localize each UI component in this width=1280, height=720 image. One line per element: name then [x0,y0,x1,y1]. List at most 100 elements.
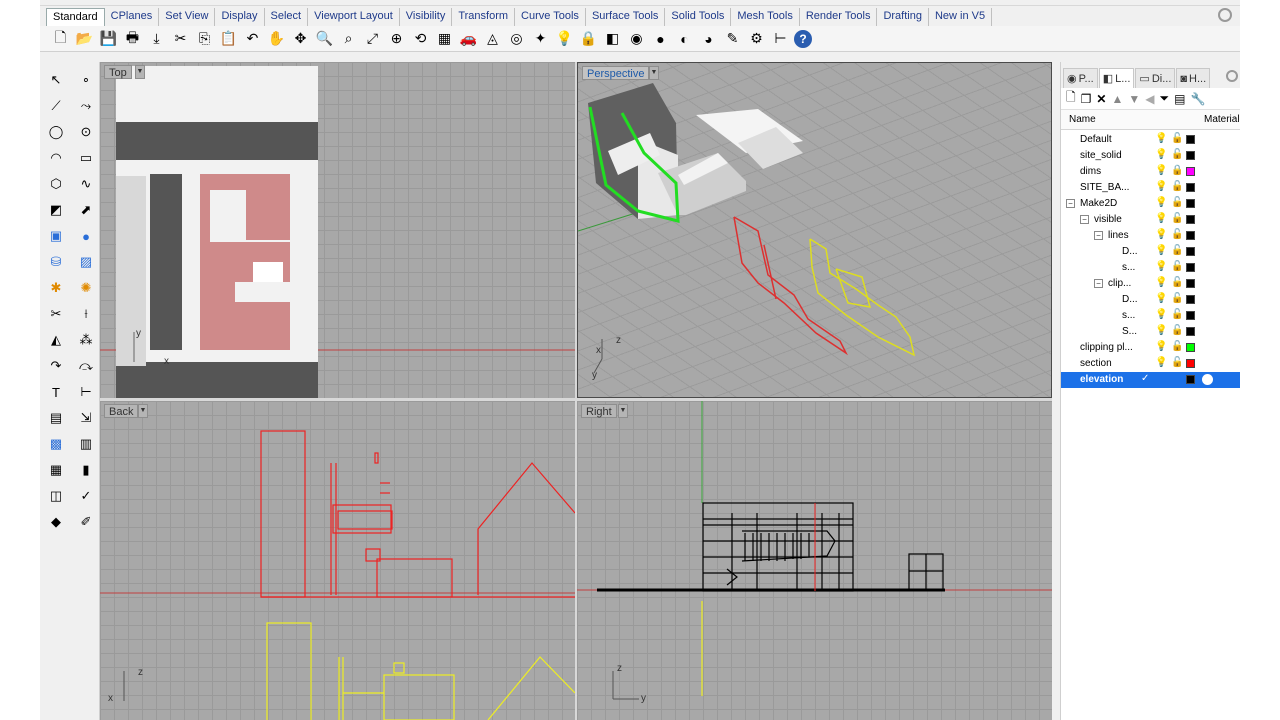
tab-mesh-tools[interactable]: Mesh Tools [731,8,800,26]
tab-transform[interactable]: Transform [452,8,516,26]
cylinder-icon[interactable]: ⛁ [44,250,68,274]
check-icon[interactable]: ✓ [74,484,98,508]
color-wheel-icon[interactable]: ◉ [626,28,647,49]
expander-icon[interactable]: − [1066,199,1075,208]
circle-icon[interactable]: ◯ [44,120,68,144]
mesh-icon[interactable]: ▨ [74,250,98,274]
lock-icon[interactable]: 🔓 [1171,261,1183,272]
viewport-right-dropdown-icon[interactable]: ▼ [618,404,628,418]
array-icon[interactable]: ▤ [44,406,68,430]
visibility-bulb-icon[interactable]: 💡 [1155,341,1167,352]
new-sublayer-icon[interactable]: ❐ [1081,92,1092,106]
point-icon[interactable]: ✦ [530,28,551,49]
pan-hand-icon[interactable]: ✋ [266,28,287,49]
cplane-icon[interactable]: ◎ [506,28,527,49]
lock-icon[interactable]: 🔓 [1171,197,1183,208]
panel-tab-layers[interactable]: ◧ L... [1098,68,1135,88]
text-icon[interactable]: T [44,380,68,404]
lock-icon[interactable]: 🔓 [1171,293,1183,304]
zoom-selected-icon[interactable]: ⊕ [386,28,407,49]
visibility-bulb-icon[interactable]: 💡 [1155,229,1167,240]
material-sphere-icon[interactable]: ◐ [674,28,695,49]
freeform-icon[interactable]: ∿ [74,172,98,196]
zoom-extents-icon[interactable]: ⤢ [362,28,383,49]
lock-icon[interactable]: 🔒 [578,28,599,49]
layer-row[interactable]: section 💡 🔓 [1061,356,1240,372]
layer-color-swatch[interactable] [1186,183,1195,192]
layer-row[interactable]: − lines 💡 🔓 [1061,228,1240,244]
viewport-back-dropdown-icon[interactable]: ▼ [138,404,148,418]
tab-display[interactable]: Display [215,8,265,26]
extrude-icon[interactable]: ⬈ [74,198,98,222]
visibility-bulb-icon[interactable]: 💡 [1155,325,1167,336]
explode-icon[interactable]: ✺ [74,276,98,300]
lock-icon[interactable]: 🔓 [1171,341,1183,352]
lock-icon[interactable]: 🔒 [1171,165,1183,176]
panel-tab-display[interactable]: ▭ Di... [1135,68,1176,88]
current-layer-check-icon[interactable]: ✓ [1141,373,1149,384]
layer-row[interactable]: Default 💡 🔓 [1061,132,1240,148]
layer-color-swatch[interactable] [1186,327,1195,336]
layer-color-swatch[interactable] [1186,359,1195,368]
tab-visibility[interactable]: Visibility [400,8,453,26]
rebuild-icon[interactable]: ↷ [44,354,68,378]
layer-row[interactable]: clipping pl... 💡 🔓 [1061,340,1240,356]
help-icon[interactable]: ? [794,29,812,48]
viewport-back[interactable]: z x Back ▼ [100,401,575,720]
tab-curve-tools[interactable]: Curve Tools [515,8,586,26]
panel-tab-help[interactable]: ◙ H... [1176,68,1211,88]
lock-icon[interactable]: 🔓 [1171,325,1183,336]
expander-icon[interactable]: − [1094,231,1103,240]
copy-icon[interactable]: ⎘ [194,28,215,49]
arc-icon[interactable]: ◠ [44,146,68,170]
open-folder-icon[interactable]: 📂 [74,28,95,49]
car-icon[interactable]: 🚗 [458,28,479,49]
panel-tab-properties[interactable]: ◉ P... [1063,68,1098,88]
tab-select[interactable]: Select [265,8,309,26]
tools-wrench-icon[interactable]: 🔧 [1190,92,1205,106]
render-icon[interactable]: ◆ [44,510,68,534]
tab-cplanes[interactable]: CPlanes [105,8,160,26]
lock-icon[interactable]: 🔓 [1171,133,1183,144]
undo-icon[interactable]: ↶ [242,28,263,49]
boolean-icon[interactable]: ✱ [44,276,68,300]
visibility-bulb-icon[interactable]: 💡 [1155,293,1167,304]
column-name-header[interactable]: Name [1069,114,1096,125]
layer-row[interactable]: D... 💡 🔓 [1061,244,1240,260]
expander-icon[interactable]: − [1080,215,1089,224]
options-icon[interactable]: ✎ [722,28,743,49]
layer-color-swatch[interactable] [1186,247,1195,256]
lock-icon[interactable]: 🔓 [1171,357,1183,368]
surface-icon[interactable]: ◩ [44,198,68,222]
tab-solid-tools[interactable]: Solid Tools [665,8,732,26]
tab-viewport-layout[interactable]: Viewport Layout [308,8,400,26]
layer-color-swatch[interactable] [1186,215,1195,224]
viewport-right-label[interactable]: Right [581,404,617,418]
new-layer-icon[interactable]: 🗋 [1066,88,1076,109]
cut-icon[interactable]: ✂ [170,28,191,49]
rotate-view-icon[interactable]: ⟲ [410,28,431,49]
visibility-bulb-icon[interactable]: 💡 [1155,213,1167,224]
paste-icon[interactable]: 📋 [218,28,239,49]
section-icon[interactable]: ▮ [74,458,98,482]
block-icon[interactable]: ▦ [44,458,68,482]
layer-row[interactable]: D... 💡 🔓 [1061,292,1240,308]
material-dot-icon[interactable] [1202,374,1213,385]
visibility-bulb-icon[interactable]: 💡 [1155,357,1167,368]
rectangle-icon[interactable]: ▭ [74,146,98,170]
polyline-icon[interactable]: ⟋ [44,94,68,118]
named-view-icon[interactable]: ◬ [482,28,503,49]
select-arrow-icon[interactable]: ↖ [44,68,68,92]
offset-icon[interactable]: ⤼ [74,354,98,378]
paint-icon[interactable]: ✐ [74,510,98,534]
gear-settings-icon[interactable]: ⚙ [746,28,767,49]
layer-row[interactable]: SITE_BA... 💡 🔓 [1061,180,1240,196]
tab-surface-tools[interactable]: Surface Tools [586,8,666,26]
layer-color-swatch[interactable] [1186,343,1195,352]
viewport-top-label[interactable]: Top [104,65,132,79]
transform-icon[interactable]: ⇲ [74,406,98,430]
layer-color-swatch[interactable] [1186,151,1195,160]
zoom-icon[interactable]: 🔍 [314,28,335,49]
viewport-back-label[interactable]: Back [104,404,139,418]
move-left-icon[interactable]: ◀ [1145,92,1154,106]
